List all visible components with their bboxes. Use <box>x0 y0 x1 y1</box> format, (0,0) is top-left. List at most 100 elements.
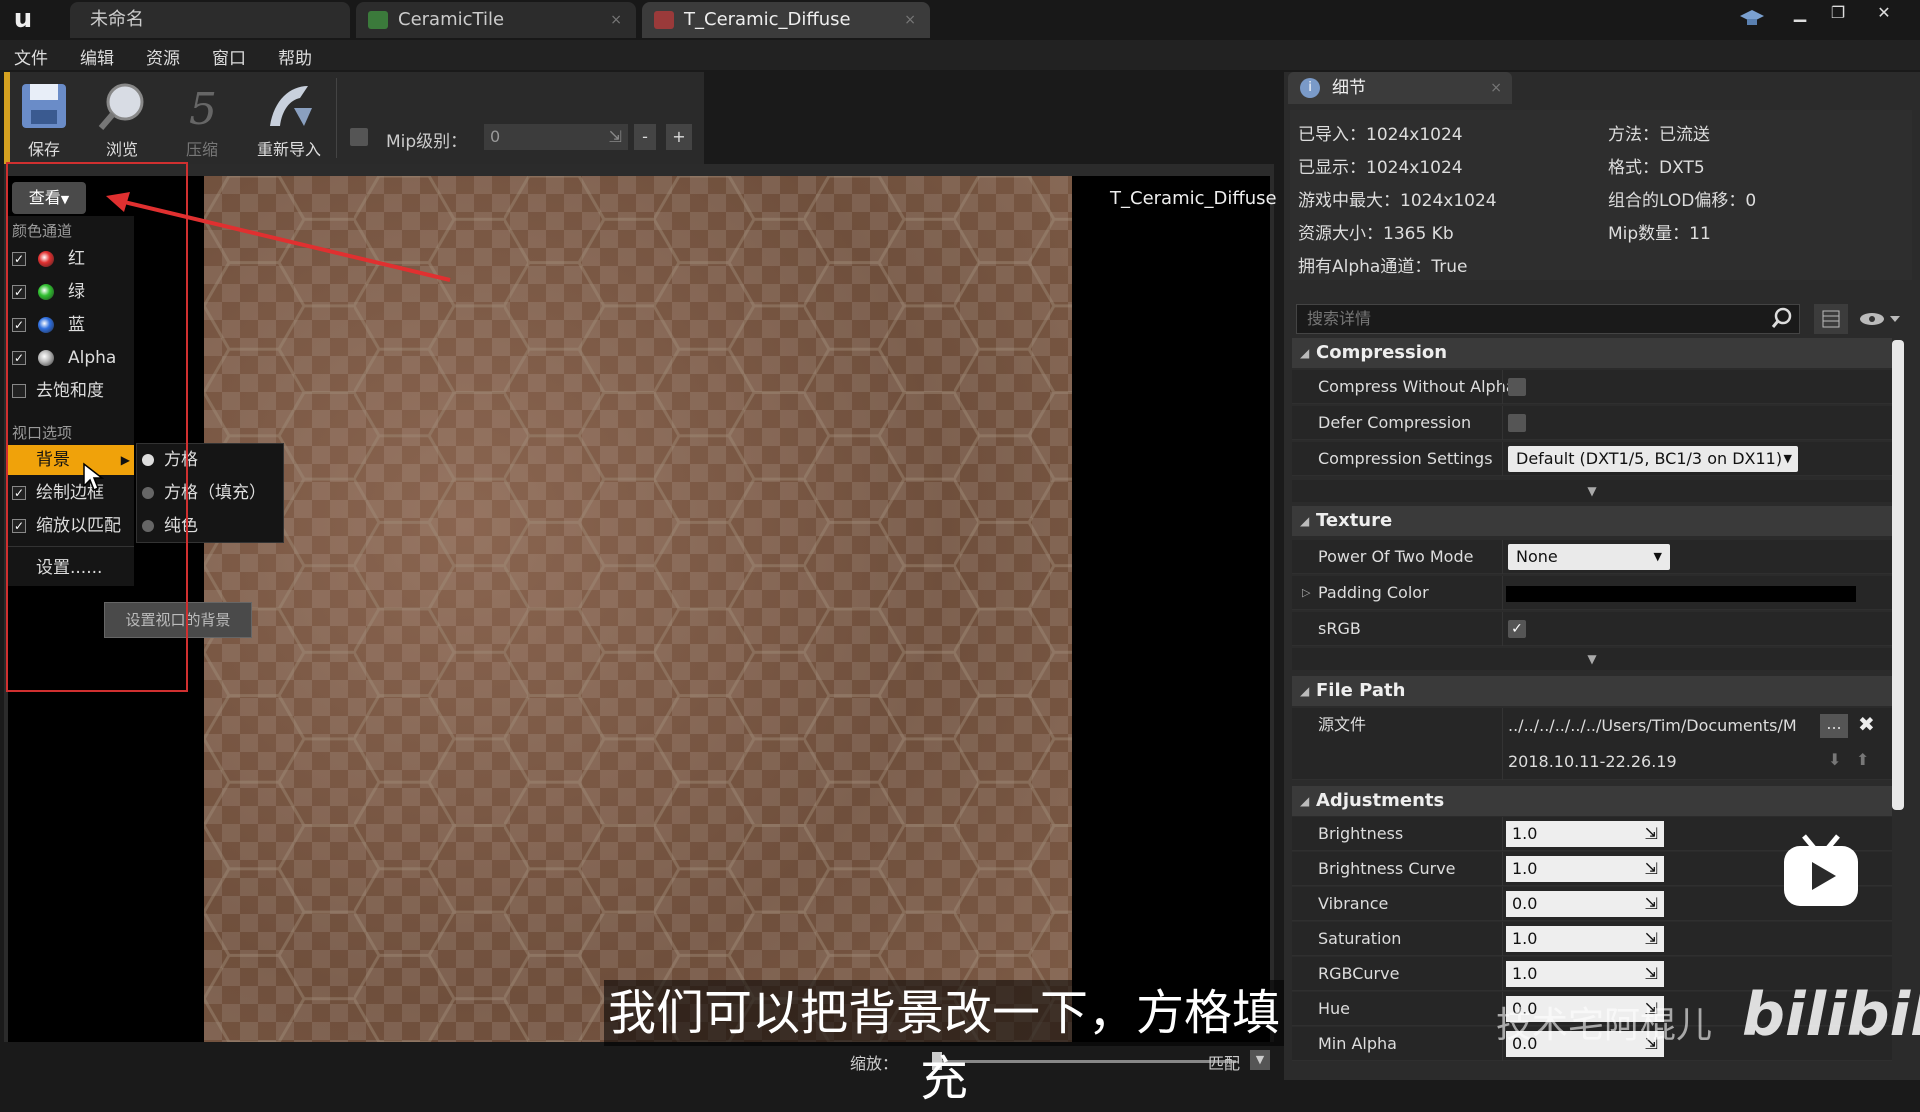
details-tab[interactable]: i 细节 × <box>1288 72 1512 104</box>
spin-arrow-icon: ⇲ <box>1644 964 1658 983</box>
tab-t-ceramic-diffuse[interactable]: T_Ceramic_Diffuse × <box>642 2 930 38</box>
search-icon <box>1771 307 1793 338</box>
category-title: File Path <box>1316 680 1406 701</box>
mip-level-field[interactable]: 0 ⇲ <box>484 124 628 150</box>
menu-asset[interactable]: 资源 <box>146 44 180 69</box>
prop-label: Padding Color <box>1318 583 1429 602</box>
magnifier-icon <box>97 80 147 132</box>
spin-arrow-icon: ⇲ <box>608 127 622 146</box>
source-file-path: ../../../../../../Users/Tim/Documents/M <box>1508 716 1797 735</box>
category-adjustments[interactable]: ◢ Adjustments <box>1292 786 1892 816</box>
field-value: 1.0 <box>1512 964 1538 983</box>
tab-label: CeramicTile <box>398 9 505 30</box>
prop-source-file: 源文件 ../../../../../../Users/Tim/Document… <box>1292 708 1892 780</box>
zoom-bar: 缩放： 匹配 ▼ <box>840 1046 1280 1076</box>
chevron-down-icon: ▼ <box>1653 550 1662 563</box>
checkbox-unchecked[interactable] <box>1508 378 1526 396</box>
dropdown-value: None <box>1516 547 1558 566</box>
minimize-icon[interactable]: ▁ <box>1782 2 1818 24</box>
expand-triangle-icon[interactable]: ▷ <box>1302 576 1310 610</box>
spin-arrow-icon: ⇲ <box>1644 859 1658 878</box>
vibrance-field[interactable]: 0.0 ⇲ <box>1506 891 1664 917</box>
prop-label: Brightness <box>1318 824 1404 843</box>
category-file-path[interactable]: ◢ File Path <box>1292 676 1892 706</box>
info-displayed: 已显示：1024x1024 <box>1298 158 1463 178</box>
collapse-triangle-icon: ◢ <box>1300 684 1310 698</box>
info-imported: 已导入：1024x1024 <box>1298 125 1463 145</box>
info-icon: i <box>1300 78 1320 98</box>
advanced-expander-icon[interactable]: ▼ <box>1292 480 1892 502</box>
mip-plus-button[interactable]: + <box>666 124 692 150</box>
menu-help[interactable]: 帮助 <box>278 44 312 69</box>
close-icon[interactable]: × <box>610 2 622 38</box>
menu-file[interactable]: 文件 <box>14 44 48 69</box>
unreal-logo-icon[interactable]: u <box>8 4 38 34</box>
tutorial-hat-icon[interactable] <box>1738 6 1766 30</box>
clear-icon[interactable]: ✖ <box>1858 712 1875 736</box>
compress-button[interactable]: 5 压缩 <box>164 74 240 164</box>
details-scrollbar[interactable] <box>1892 340 1904 810</box>
tab-untitled[interactable]: 未命名 <box>70 2 350 38</box>
svg-text:5: 5 <box>189 84 217 132</box>
mip-minus-button[interactable]: - <box>634 124 656 150</box>
field-value: 1.0 <box>1512 824 1538 843</box>
prop-label: Compress Without Alpha <box>1318 377 1508 396</box>
compress-icon: 5 <box>177 80 227 135</box>
info-resource-size: 资源大小：1365 Kb <box>1298 224 1454 244</box>
details-tab-label: 细节 <box>1332 78 1366 98</box>
browse-label: 浏览 <box>105 140 138 159</box>
close-window-icon[interactable]: ✕ <box>1866 2 1902 24</box>
browse-file-button[interactable]: ... <box>1820 714 1848 738</box>
zoom-slider-track[interactable] <box>936 1060 1236 1063</box>
close-icon[interactable]: × <box>1490 72 1502 104</box>
property-matrix-icon[interactable] <box>1814 304 1848 334</box>
padding-color-swatch[interactable] <box>1506 586 1856 602</box>
restore-icon[interactable]: ❐ <box>1820 2 1856 24</box>
prop-label: Min Alpha <box>1318 1034 1397 1053</box>
arrow-down-icon[interactable]: ⬇ <box>1828 750 1841 769</box>
close-icon[interactable]: × <box>904 2 916 38</box>
category-compression[interactable]: ◢ Compression <box>1292 338 1892 368</box>
compression-settings-dropdown[interactable]: Default (DXT1/5, BC1/3 on DX11) ▼ <box>1508 446 1798 472</box>
saturation-field[interactable]: 1.0 ⇲ <box>1506 926 1664 952</box>
chevron-down-icon: ▼ <box>1783 452 1792 465</box>
eye-visibility-icon[interactable] <box>1858 308 1902 330</box>
search-placeholder: 搜索详情 <box>1307 309 1372 328</box>
reimport-label: 重新导入 <box>256 140 321 159</box>
spin-arrow-icon: ⇲ <box>1644 894 1658 913</box>
info-format: 格式：DXT5 <box>1608 158 1705 178</box>
category-texture[interactable]: ◢ Texture <box>1292 506 1892 536</box>
material-icon <box>368 11 388 29</box>
prop-label: 源文件 <box>1318 715 1367 734</box>
save-button[interactable]: 保存 <box>6 74 82 164</box>
search-details-input[interactable]: 搜索详情 <box>1296 304 1800 334</box>
info-max-ingame: 游戏中最大：1024x1024 <box>1298 191 1497 211</box>
prop-padding-color: ▷ Padding Color <box>1292 576 1892 610</box>
arrow-up-icon[interactable]: ⬆ <box>1856 750 1869 769</box>
prop-label: Compression Settings <box>1318 449 1493 468</box>
advanced-expander-icon[interactable]: ▼ <box>1292 648 1892 670</box>
prop-power-of-two: Power Of Two Mode None ▼ <box>1292 540 1892 574</box>
rgbcurve-field[interactable]: 1.0 ⇲ <box>1506 961 1664 987</box>
bilibili-tv-icon <box>1780 832 1862 912</box>
menu-window[interactable]: 窗口 <box>212 44 246 69</box>
prop-label: Saturation <box>1318 929 1402 948</box>
spin-arrow-icon: ⇲ <box>1644 929 1658 948</box>
browse-button[interactable]: 浏览 <box>84 74 160 164</box>
prop-saturation: Saturation 1.0 ⇲ <box>1292 922 1892 956</box>
menu-edit[interactable]: 编辑 <box>80 44 114 69</box>
mip-checkbox[interactable] <box>350 128 368 146</box>
category-title: Texture <box>1316 510 1393 531</box>
brightness-field[interactable]: 1.0 ⇲ <box>1506 821 1664 847</box>
tab-ceramictile[interactable]: CeramicTile × <box>356 2 636 38</box>
zoom-mode-dropdown[interactable]: ▼ <box>1250 1050 1270 1070</box>
info-method: 方法：已流送 <box>1608 125 1710 145</box>
prop-label: Brightness Curve <box>1318 859 1456 878</box>
checkbox-unchecked[interactable] <box>1508 414 1526 432</box>
brightness-curve-field[interactable]: 1.0 ⇲ <box>1506 856 1664 882</box>
reimport-button[interactable]: 重新导入 <box>246 74 332 164</box>
info-mip-count: Mip数量：11 <box>1608 224 1711 244</box>
field-value: 0.0 <box>1512 894 1538 913</box>
power-of-two-dropdown[interactable]: None ▼ <box>1508 544 1670 570</box>
checkbox-checked[interactable]: ✓ <box>1508 620 1526 638</box>
